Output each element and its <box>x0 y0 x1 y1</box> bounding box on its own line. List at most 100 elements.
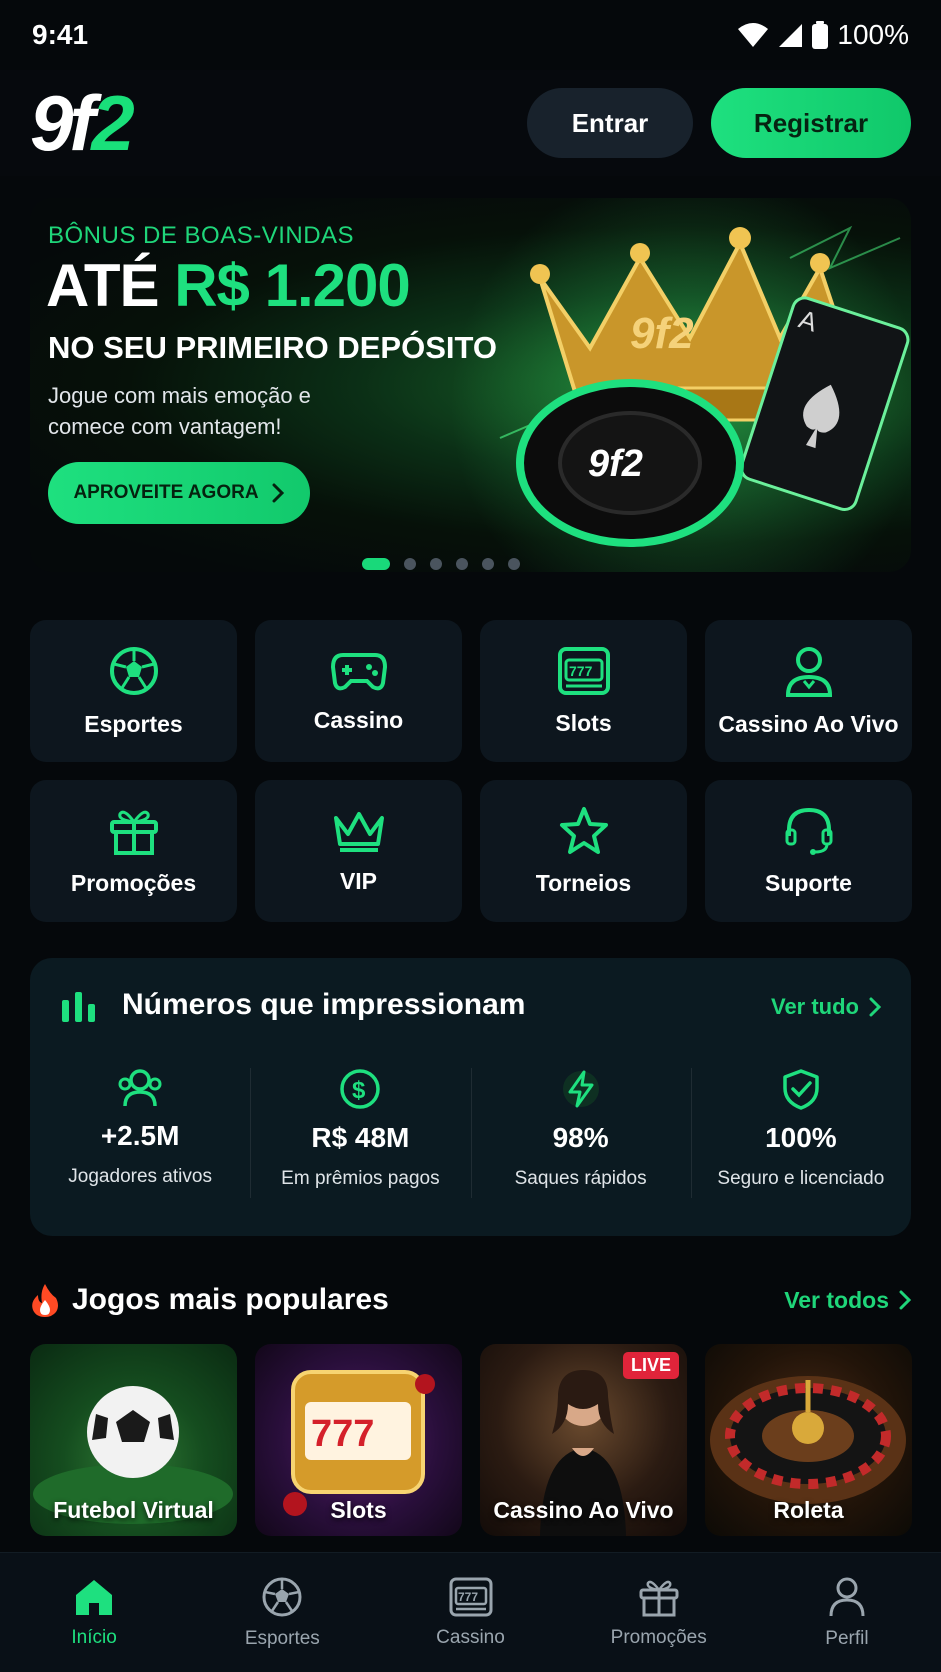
battery-icon <box>812 21 829 49</box>
nav-item-esportes[interactable]: Esportes <box>188 1553 376 1672</box>
app-header: 9f 2 Entrar Registrar <box>0 70 941 176</box>
stats-title: Números que impressionam <box>122 988 526 1021</box>
game-label: Roleta <box>773 1497 844 1523</box>
category-torneios[interactable]: Torneios <box>480 780 687 922</box>
nav-label: Cassino <box>436 1626 505 1648</box>
category-suporte[interactable]: Suporte <box>705 780 912 922</box>
category-slots[interactable]: 777 Slots <box>480 620 687 762</box>
bottom-nav: Início Esportes 777 Cassino Promoções Pe… <box>0 1552 941 1672</box>
game-card[interactable]: LIVE Cassino Ao Vivo <box>480 1344 687 1536</box>
shield-check-icon <box>783 1069 819 1110</box>
user-icon <box>829 1577 865 1616</box>
chevron-right-icon <box>272 483 284 503</box>
category-label: Cassino Ao Vivo <box>718 710 899 737</box>
gift-icon <box>639 1580 679 1616</box>
stat-label: Saques rápidos <box>514 1168 647 1189</box>
slot-machine-icon: 777 <box>449 1577 492 1616</box>
dollar-coin-icon: $ <box>340 1069 381 1109</box>
soccer-ball-icon <box>109 646 158 695</box>
chip-logo-text: 9f2 <box>588 443 643 485</box>
stat-value: 98% <box>552 1122 609 1153</box>
gamepad-icon <box>330 652 387 690</box>
nav-item-promocoes[interactable]: Promoções <box>565 1553 753 1672</box>
slot-machine-icon: 777 <box>557 646 610 695</box>
game-label: Cassino Ao Vivo <box>493 1497 674 1523</box>
stat-label: Em prêmios pagos <box>281 1168 440 1189</box>
stats-link-label: Ver tudo <box>770 994 859 1019</box>
stat-item: +2.5M Jogadores ativos <box>30 1068 250 1200</box>
users-icon <box>118 1069 162 1107</box>
stat-item: 100% Seguro e licenciado <box>690 1068 911 1200</box>
game-card[interactable]: 777 Slots <box>255 1344 462 1536</box>
banner-eyebrow: BÔNUS DE BOAS-VINDAS <box>48 222 355 249</box>
svg-text:777: 777 <box>311 1413 374 1455</box>
banner-subheadline: NO SEU PRIMEIRO DEPÓSITO <box>48 330 498 365</box>
carousel-dot[interactable] <box>403 558 416 570</box>
carousel-dot[interactable] <box>361 558 390 570</box>
nav-item-cassino[interactable]: 777 Cassino <box>376 1553 564 1672</box>
category-vip[interactable]: VIP <box>255 780 462 922</box>
nav-label: Início <box>71 1626 117 1648</box>
soccer-ball-icon <box>262 1577 302 1616</box>
promo-banner[interactable]: 9f2 A 9f2 BÔNUS DE BOAS-VINDAS ATÉ R$ 1.… <box>30 198 911 572</box>
fire-icon <box>32 1284 58 1317</box>
chevron-right-icon <box>869 997 881 1017</box>
popular-see-all-link[interactable]: Ver todos <box>784 1287 911 1314</box>
poker-chip-art: 9f2 <box>516 379 744 547</box>
popular-title-text: Jogos mais populares <box>72 1283 389 1316</box>
gift-icon <box>109 810 158 855</box>
carousel-dot[interactable] <box>481 558 494 570</box>
crown-logo-text: 9f2 <box>630 309 694 358</box>
popular-link-label: Ver todos <box>784 1286 889 1313</box>
category-cassino[interactable]: Cassino <box>255 620 462 762</box>
login-button[interactable]: Entrar <box>527 88 693 158</box>
svg-text:777: 777 <box>458 1590 478 1604</box>
logo-text-white: 9f <box>30 79 95 167</box>
category-esportes[interactable]: Esportes <box>30 620 237 762</box>
battery-percentage: 100% <box>837 19 909 50</box>
headset-icon <box>785 807 832 855</box>
stat-label: Jogadores ativos <box>68 1166 212 1187</box>
nav-item-perfil[interactable]: Perfil <box>753 1553 941 1672</box>
stat-value: +2.5M <box>100 1120 180 1151</box>
category-cassino-ao-vivo[interactable]: Cassino Ao Vivo <box>705 620 912 762</box>
carousel-dots <box>0 558 941 570</box>
stat-value: 100% <box>765 1122 837 1153</box>
svg-text:777: 777 <box>569 663 593 679</box>
bar-chart-icon <box>62 992 95 1022</box>
nav-label: Perfil <box>825 1627 869 1649</box>
category-label: Torneios <box>535 869 632 896</box>
register-button[interactable]: Registrar <box>711 88 911 158</box>
stat-item: 98% Saques rápidos <box>470 1068 691 1200</box>
carousel-dot[interactable] <box>455 558 468 570</box>
stat-value: R$ 48M <box>311 1122 410 1153</box>
banner-cta-label: APROVEITE AGORA <box>73 482 259 503</box>
nav-item-inicio[interactable]: Início <box>0 1553 188 1672</box>
header-actions: Entrar Registrar <box>527 88 911 158</box>
popular-games-row: Futebol Virtual 777 Slots LIVE Cassino A… <box>30 1344 912 1536</box>
lightning-icon <box>562 1070 599 1108</box>
banner-headline: ATÉ R$ 1.200 <box>46 256 411 316</box>
category-promocoes[interactable]: Promoções <box>30 780 237 922</box>
carousel-dot[interactable] <box>429 558 442 570</box>
nav-label: Esportes <box>244 1627 320 1649</box>
brand-logo[interactable]: 9f 2 <box>30 79 135 167</box>
live-badge: LIVE <box>622 1352 679 1379</box>
chevron-right-icon <box>899 1290 911 1310</box>
category-label: Suporte <box>765 869 852 896</box>
stats-see-all-link[interactable]: Ver tudo <box>771 994 881 1020</box>
category-label: Cassino <box>313 706 404 733</box>
carousel-dot[interactable] <box>507 558 520 570</box>
crown-icon <box>333 811 384 852</box>
banner-description: Jogue com mais emoção e comece com vanta… <box>48 383 311 439</box>
game-card[interactable]: Roleta <box>705 1344 912 1536</box>
stats-row: +2.5M Jogadores ativos $ R$ 48M Em prêmi… <box>30 1068 911 1200</box>
dealer-icon <box>785 646 832 697</box>
category-label: Slots <box>555 709 612 736</box>
banner-cta-button[interactable]: APROVEITE AGORA <box>48 462 310 524</box>
stat-label: Seguro e licenciado <box>717 1168 885 1189</box>
stat-item: $ R$ 48M Em prêmios pagos <box>250 1068 470 1200</box>
game-card[interactable]: Futebol Virtual <box>30 1344 237 1536</box>
status-indicators: 100% <box>737 19 909 51</box>
wifi-icon <box>738 23 769 47</box>
